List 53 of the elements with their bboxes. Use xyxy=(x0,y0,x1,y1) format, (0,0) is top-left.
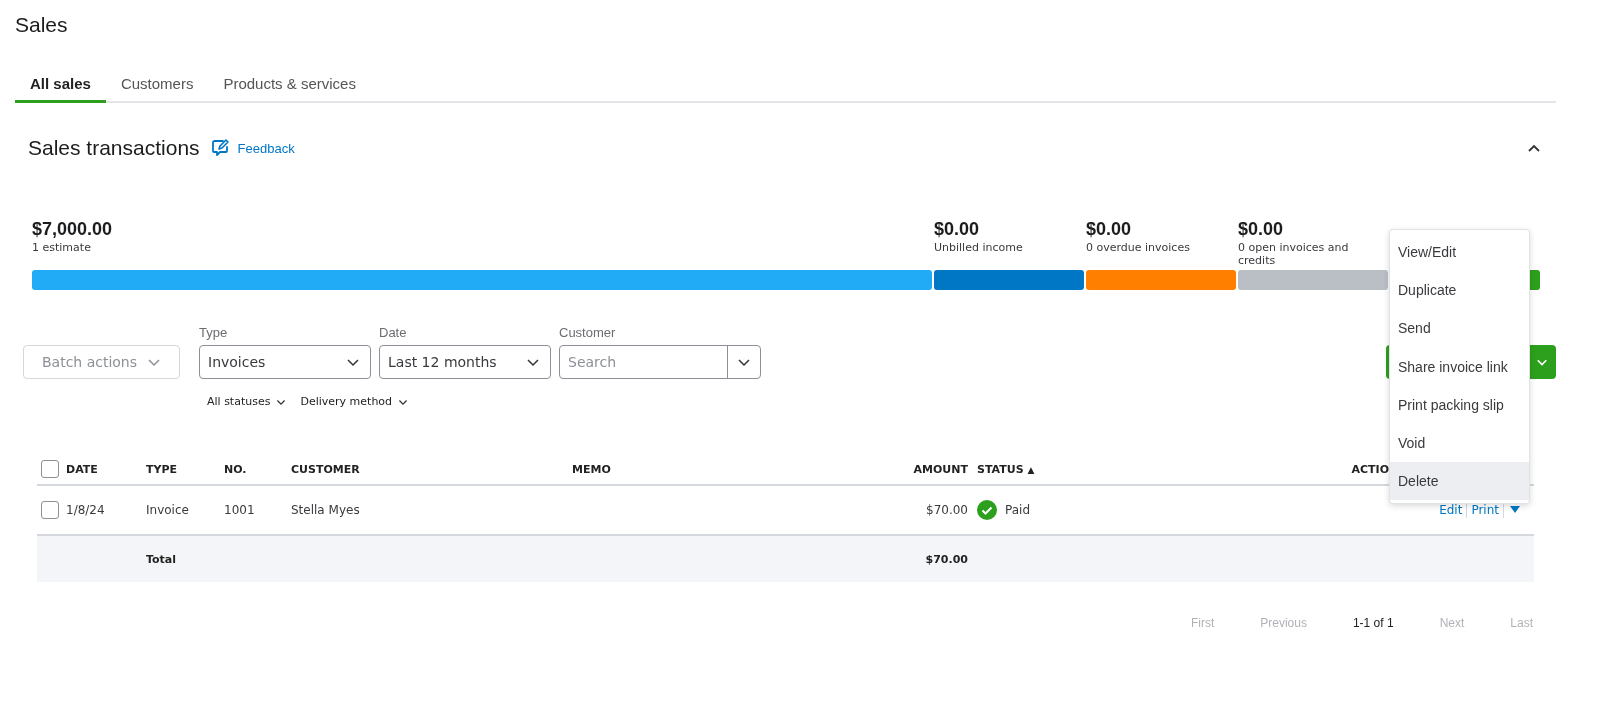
summary-label: Unbilled income xyxy=(934,241,1024,254)
summary-amount: $0.00 xyxy=(1238,218,1285,240)
field-label: Date xyxy=(379,325,408,341)
check-circle-icon xyxy=(977,500,997,520)
table-cell: Stella Myes xyxy=(291,503,360,517)
column-header[interactable]: ACTIO xyxy=(1351,462,1389,476)
filter-dropdown[interactable]: All statuses xyxy=(207,395,287,408)
summary-amount: $0.00 xyxy=(1086,218,1133,240)
type-dropdown[interactable]: Invoices xyxy=(199,345,371,379)
column-header[interactable]: AMOUNT xyxy=(913,462,968,476)
page-title: Sales xyxy=(15,12,69,38)
select-all-checkbox[interactable] xyxy=(41,460,59,478)
row-checkbox[interactable] xyxy=(41,501,59,519)
menu-item[interactable]: Void xyxy=(1390,423,1529,463)
column-header[interactable]: DATE xyxy=(66,462,98,476)
field-label: Customer xyxy=(559,325,617,341)
table-cell: Invoice xyxy=(146,503,189,517)
summary-label: 1 estimate xyxy=(32,241,92,254)
column-header[interactable]: NO. xyxy=(224,462,247,476)
column-header[interactable]: CUSTOMER xyxy=(291,462,360,476)
tab[interactable]: Customers xyxy=(105,71,209,103)
column-header[interactable]: TYPE xyxy=(146,462,178,476)
total-amount: $70.00 xyxy=(925,552,968,566)
menu-item[interactable]: Print packing slip xyxy=(1390,385,1529,424)
field-label: Type xyxy=(199,325,229,341)
column-header[interactable]: STATUS ▲ xyxy=(977,462,1035,476)
action-link[interactable]: Print xyxy=(1471,503,1499,517)
customer-picker[interactable]: Search xyxy=(559,345,761,379)
table-cell: 1/8/24 xyxy=(66,503,105,517)
section-title: Sales transactions xyxy=(28,136,200,160)
customer-search-field[interactable]: Search xyxy=(560,346,727,378)
total-label: Total xyxy=(146,552,177,566)
menu-item[interactable]: Duplicate xyxy=(1390,271,1529,310)
page-range: 1-1 of 1 xyxy=(1351,616,1395,630)
filter-dropdown[interactable]: Delivery method xyxy=(300,395,409,408)
summary-amount: $7,000.00 xyxy=(32,218,114,240)
table-cell: 1001 xyxy=(224,503,255,517)
summary-label: 0 open invoices and credits xyxy=(1238,241,1350,267)
menu-item[interactable]: Send xyxy=(1390,309,1529,348)
menu-item[interactable]: Delete xyxy=(1390,462,1529,501)
summary-amount: $0.00 xyxy=(934,218,981,240)
action-link[interactable]: Edit xyxy=(1439,503,1463,517)
menu-item[interactable]: View/Edit xyxy=(1390,233,1529,272)
summary-label: 0 overdue invoices xyxy=(1086,241,1191,254)
status-text: Paid xyxy=(1005,503,1030,517)
tab[interactable]: Products & services xyxy=(208,71,371,103)
feedback-icon xyxy=(209,138,230,158)
table-cell: $70.00 xyxy=(926,503,968,517)
column-header[interactable]: MEMO xyxy=(572,462,611,476)
menu-item[interactable]: Share invoice link xyxy=(1390,347,1529,386)
date-dropdown[interactable]: Last 12 months xyxy=(379,345,551,379)
feedback-link[interactable]: Feedback xyxy=(237,140,295,156)
tab[interactable]: All sales xyxy=(15,71,106,103)
